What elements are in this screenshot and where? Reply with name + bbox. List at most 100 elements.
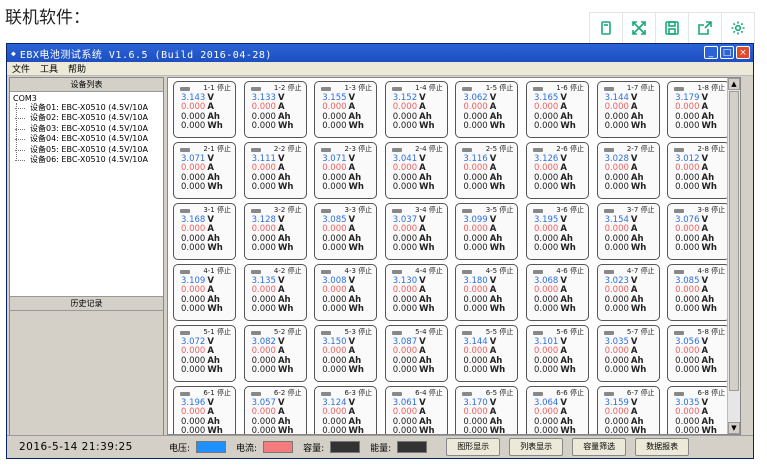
channel-card[interactable]: 1-3 停止 3.155 V 0.000 A 0.000 Ah 0.000 Wh [314,81,378,138]
channel-card[interactable]: 6-2 停止 3.057 V 0.000 A 0.000 Ah 0.000 Wh [243,386,307,434]
channel-card[interactable]: 4-8 停止 3.085 V 0.000 A 0.000 Ah 0.000 Wh [667,264,731,321]
channel-card[interactable]: 3-1 停止 3.168 V 0.000 A 0.000 Ah 0.000 Wh [173,203,236,260]
menu-tools[interactable]: 工具 [40,62,58,75]
legend-swatch[interactable] [397,441,428,453]
channel-card[interactable]: 6-6 停止 3.064 V 0.000 A 0.000 Ah 0.000 Wh [525,386,589,434]
graph-view-button[interactable]: 图形显示 [446,438,501,456]
scroll-up-icon[interactable]: ▲ [728,78,740,90]
tree-item-device[interactable]: 设备06: EBC-X0510 (4.5V/10A [10,155,163,165]
history-panel [10,311,163,439]
channel-card[interactable]: 5-5 停止 3.144 V 0.000 A 0.000 Ah 0.000 Wh [455,325,519,382]
channel-card[interactable]: 5-2 停止 3.082 V 0.000 A 0.000 Ah 0.000 Wh [243,325,307,382]
scroll-down-icon[interactable]: ▼ [728,422,740,434]
channel-card[interactable]: 3-5 停止 3.099 V 0.000 A 0.000 Ah 0.000 Wh [455,203,519,260]
channel-card[interactable]: 4-5 停止 3.180 V 0.000 A 0.000 Ah 0.000 Wh [455,264,519,321]
minimize-button[interactable]: _ [704,46,718,59]
channel-card[interactable]: 1-2 停止 3.133 V 0.000 A 0.000 Ah 0.000 Wh [243,81,307,138]
channel-card[interactable]: 4-6 停止 3.068 V 0.000 A 0.000 Ah 0.000 Wh [525,264,589,321]
channel-card[interactable]: 1-1 停止 3.143 V 0.000 A 0.000 Ah 0.000 Wh [173,81,236,138]
channel-card[interactable]: 5-6 停止 3.101 V 0.000 A 0.000 Ah 0.000 Wh [525,325,589,382]
capacity-filter-button[interactable]: 容量筛选 [572,438,627,456]
energy-value: 0.000 [533,243,559,254]
channel-card[interactable]: 6-4 停止 3.061 V 0.000 A 0.000 Ah 0.000 Wh [384,386,448,434]
channel-card[interactable]: 1-4 停止 3.152 V 0.000 A 0.000 Ah 0.000 Wh [384,81,448,138]
channel-header: 4-6 停止 [532,267,585,277]
legend-swatch[interactable] [263,441,294,453]
channel-id: 5-2 [273,328,286,336]
tree-root-com3[interactable]: COM3 [10,94,163,103]
energy-value: 0.000 [392,121,418,132]
close-button[interactable]: × [736,46,750,59]
legend-swatch[interactable] [330,441,361,453]
channel-card[interactable]: 6-8 停止 3.035 V 0.000 A 0.000 Ah 0.000 Wh [667,386,731,434]
vertical-scrollbar[interactable]: ▲ ▼ [727,78,740,434]
current-unit: A [419,163,426,174]
energy-value: 0.000 [604,243,629,254]
scroll-thumb[interactable] [729,91,739,391]
expand-icon[interactable] [622,12,655,44]
channel-card[interactable]: 1-7 停止 3.144 V 0.000 A 0.000 Ah 0.000 Wh [596,81,660,138]
maximize-button[interactable]: □ [720,46,734,59]
channel-card[interactable]: 2-7 停止 3.028 V 0.000 A 0.000 Ah 0.000 Wh [596,142,660,199]
channel-card[interactable]: 4-3 停止 3.008 V 0.000 A 0.000 Ah 0.000 Wh [314,264,378,321]
status-led-icon [674,392,685,396]
tree-item-device[interactable]: 设备01: EBC-X0510 (4.5V/10A [10,103,163,113]
channel-card[interactable]: 1-5 停止 3.062 V 0.000 A 0.000 Ah 0.000 Wh [455,81,519,138]
channel-card[interactable]: 5-3 停止 3.150 V 0.000 A 0.000 Ah 0.000 Wh [314,325,378,382]
channel-card[interactable]: 3-7 停止 3.154 V 0.000 A 0.000 Ah 0.000 Wh [596,203,660,260]
legend-swatch[interactable] [196,441,227,453]
energy-value: 0.000 [675,121,700,132]
data-report-button[interactable]: 数据报表 [635,438,690,456]
menu-help[interactable]: 帮助 [68,62,86,75]
energy-value: 0.000 [533,121,559,132]
channel-card[interactable]: 6-5 停止 3.170 V 0.000 A 0.000 Ah 0.000 Wh [455,386,519,434]
tree-item-device[interactable]: 设备04: EBC-X0510 (4.5V/10A [10,134,163,144]
channel-card[interactable]: 2-2 停止 3.111 V 0.000 A 0.000 Ah 0.000 Wh [243,142,307,199]
list-view-button[interactable]: 列表显示 [509,438,564,456]
channel-card[interactable]: 6-3 停止 3.124 V 0.000 A 0.000 Ah 0.000 Wh [314,386,378,434]
channel-card[interactable]: 1-8 停止 3.179 V 0.000 A 0.000 Ah 0.000 Wh [667,81,731,138]
tree-item-device[interactable]: 设备03: EBC-X0510 (4.5V/10A [10,124,163,134]
channel-card[interactable]: 4-7 停止 3.023 V 0.000 A 0.000 Ah 0.000 Wh [596,264,660,321]
current-unit: A [701,346,709,357]
status-led-icon [250,87,261,91]
channel-card[interactable]: 2-6 停止 3.126 V 0.000 A 0.000 Ah 0.000 Wh [525,142,589,199]
channel-id: 2-8 [697,145,709,153]
channel-card[interactable]: 3-4 停止 3.037 V 0.000 A 0.000 Ah 0.000 Wh [384,203,448,260]
current-unit: A [348,224,356,235]
channel-card[interactable]: 2-1 停止 3.071 V 0.000 A 0.000 Ah 0.000 Wh [173,142,236,199]
channel-card[interactable]: 5-1 停止 3.072 V 0.000 A 0.000 Ah 0.000 Wh [173,325,236,382]
channel-card[interactable]: 4-1 停止 3.109 V 0.000 A 0.000 Ah 0.000 Wh [173,264,236,321]
channel-status: 停止 [287,389,302,397]
channel-card[interactable]: 6-1 停止 3.196 V 0.000 A 0.000 Ah 0.000 Wh [173,386,236,434]
tree-item-device[interactable]: 设备02: EBC-X0510 (4.5V/10A [10,113,163,123]
channel-card[interactable]: 2-4 停止 3.041 V 0.000 A 0.000 Ah 0.000 Wh [384,142,448,199]
channel-card[interactable]: 3-2 停止 3.128 V 0.000 A 0.000 Ah 0.000 Wh [243,203,307,260]
channel-card[interactable]: 5-7 停止 3.035 V 0.000 A 0.000 Ah 0.000 Wh [596,325,660,382]
tree-item-device[interactable]: 设备05: EBC-X0510 (4.5V/10A [10,145,163,155]
channel-card[interactable]: 1-6 停止 3.165 V 0.000 A 0.000 Ah 0.000 Wh [525,81,589,138]
channel-card[interactable]: 2-8 停止 3.012 V 0.000 A 0.000 Ah 0.000 Wh [667,142,731,199]
energy-unit: Wh [630,121,647,132]
energy-readout: 0.000 Wh [605,305,656,314]
gear-icon[interactable] [721,12,755,44]
share-icon[interactable] [688,12,721,44]
channel-card[interactable]: 2-3 停止 3.071 V 0.000 A 0.000 Ah 0.000 Wh [314,142,378,199]
channel-status: 停止 [287,206,302,214]
channel-card[interactable]: 4-4 停止 3.130 V 0.000 A 0.000 Ah 0.000 Wh [384,264,448,321]
channel-card[interactable]: 3-3 停止 3.085 V 0.000 A 0.000 Ah 0.000 Wh [314,203,378,260]
save-icon[interactable] [655,12,688,44]
channel-card[interactable]: 5-8 停止 3.056 V 0.000 A 0.000 Ah 0.000 Wh [667,325,731,382]
copy-icon[interactable] [589,12,622,44]
status-led-icon [250,209,261,213]
channel-card[interactable]: 5-4 停止 3.087 V 0.000 A 0.000 Ah 0.000 Wh [384,325,448,382]
channel-card[interactable]: 6-7 停止 3.159 V 0.000 A 0.000 Ah 0.000 Wh [596,386,660,434]
channel-card[interactable]: 2-5 停止 3.116 V 0.000 A 0.000 Ah 0.000 Wh [455,142,519,199]
channel-card[interactable]: 3-8 停止 3.076 V 0.000 A 0.000 Ah 0.000 Wh [667,203,731,260]
status-led-icon [603,209,614,213]
menu-file[interactable]: 文件 [12,62,30,75]
energy-unit: Wh [701,365,717,376]
channel-card[interactable]: 3-6 停止 3.195 V 0.000 A 0.000 Ah 0.000 Wh [525,203,589,260]
status-led-icon [532,209,543,213]
channel-card[interactable]: 4-2 停止 3.135 V 0.000 A 0.000 Ah 0.000 Wh [243,264,307,321]
